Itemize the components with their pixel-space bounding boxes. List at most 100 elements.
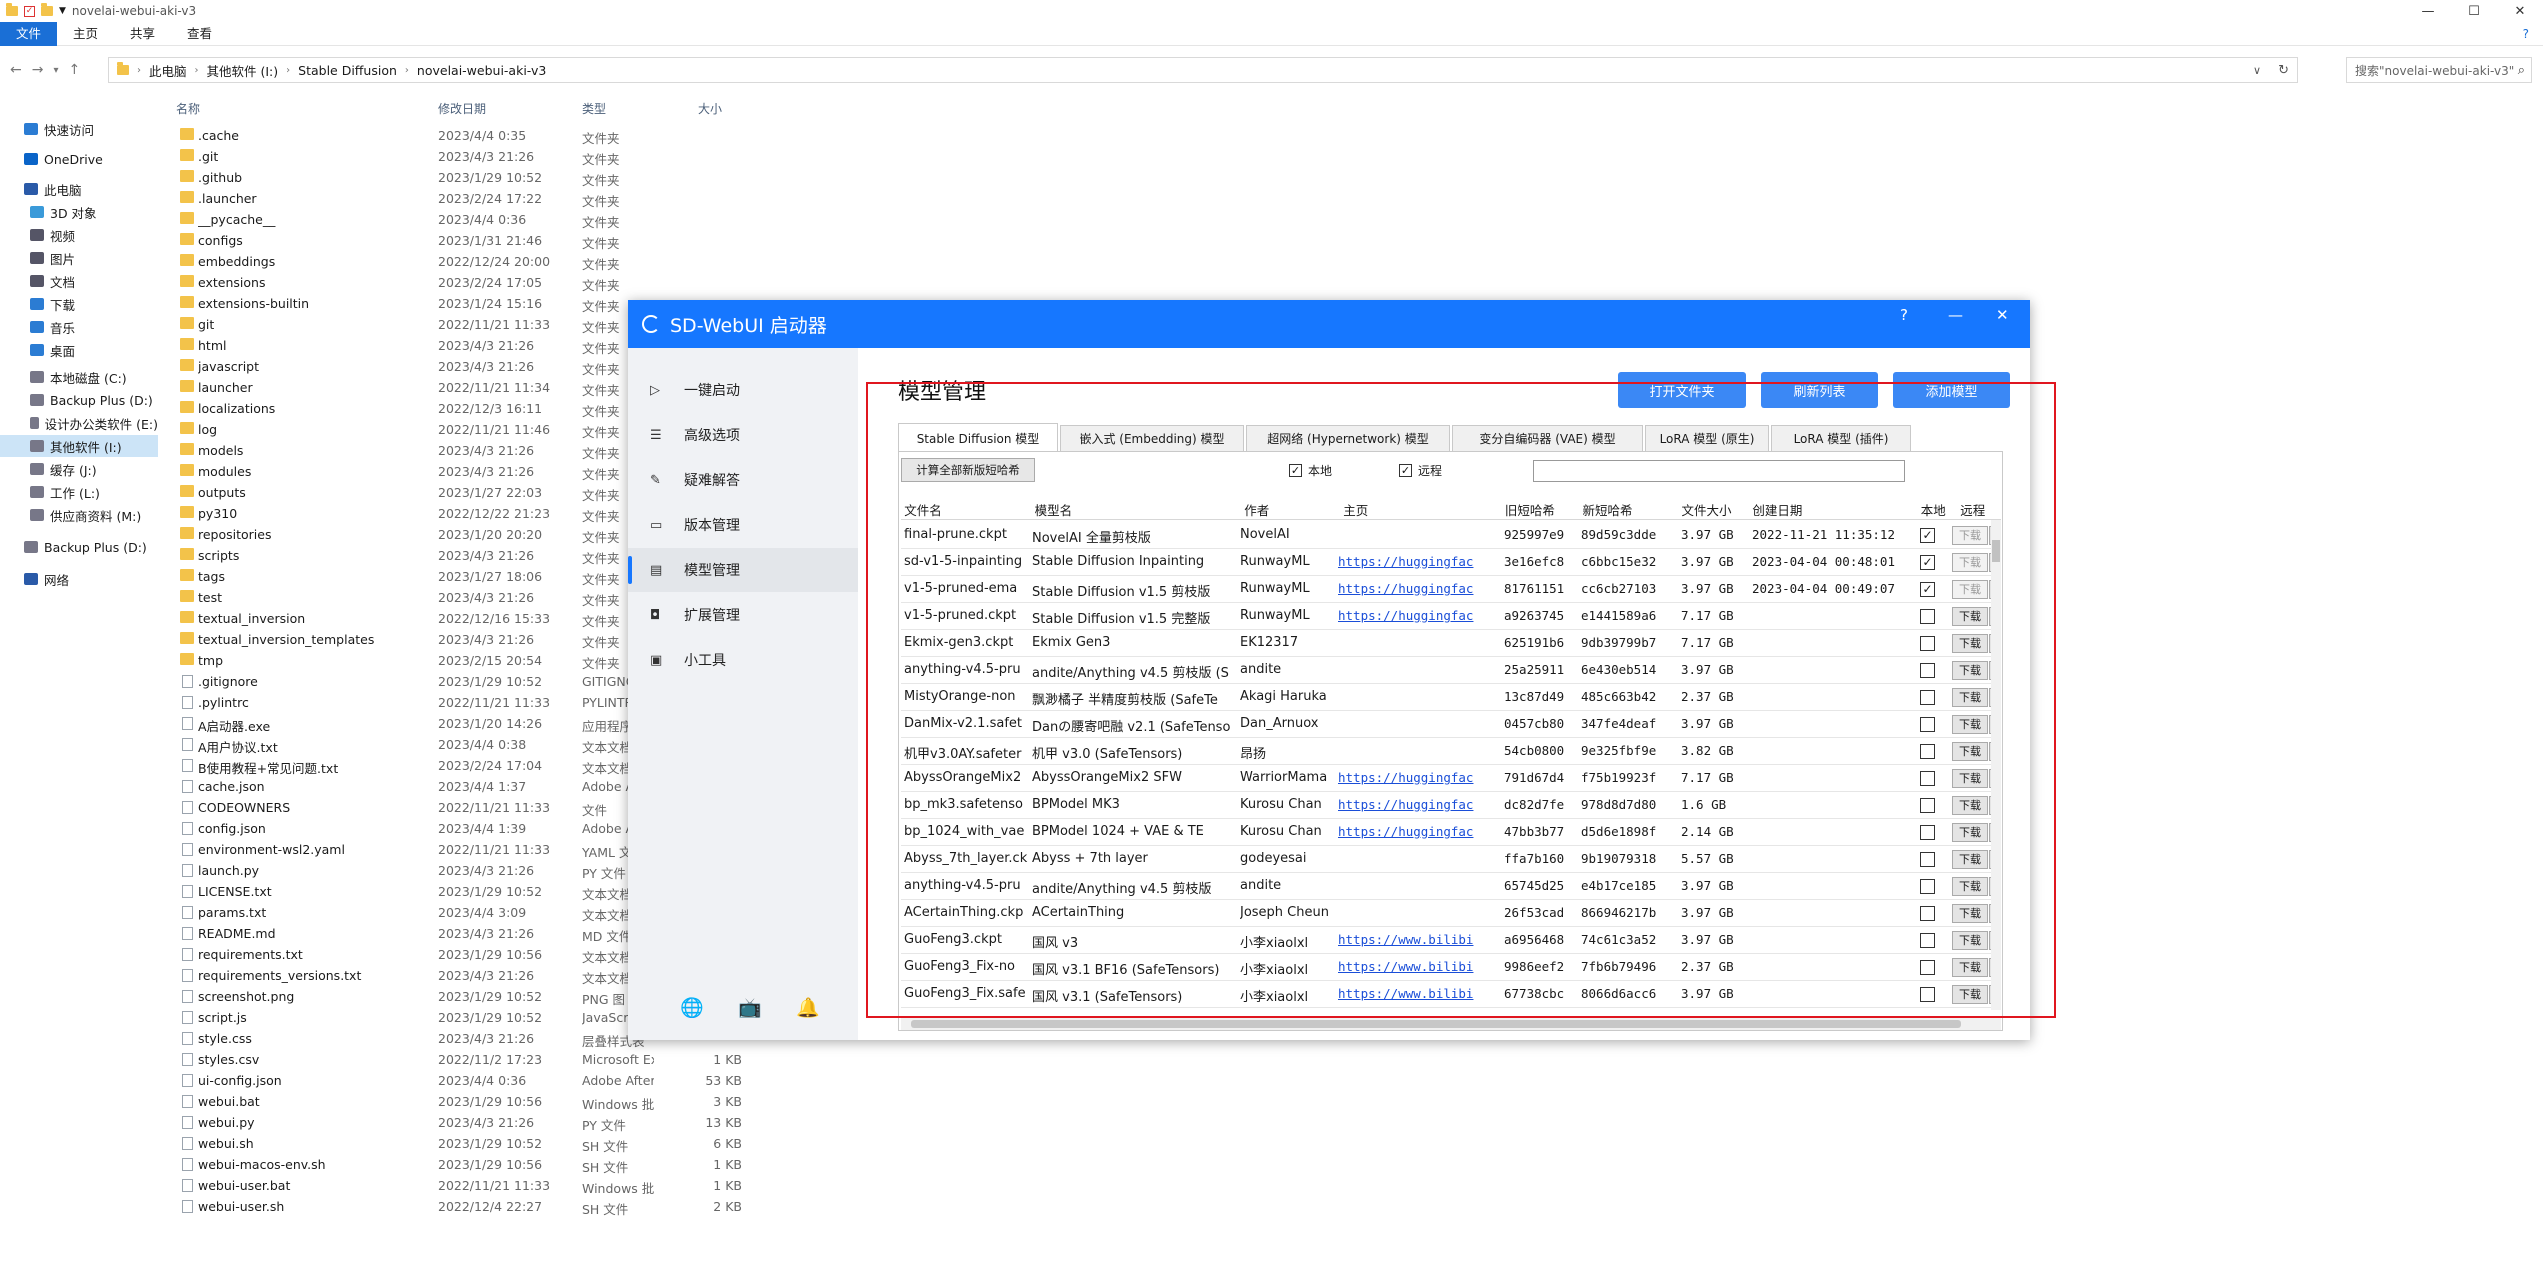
- local-checkbox[interactable]: ✓: [1920, 555, 1935, 570]
- model-tab[interactable]: Stable Diffusion 模型: [898, 423, 1058, 452]
- nav-item[interactable]: 网络: [0, 568, 158, 590]
- ribbon-tab-home[interactable]: 主页: [57, 22, 114, 46]
- refresh-list-button[interactable]: 刷新列表: [1761, 372, 1878, 408]
- file-row[interactable]: webui-user.sh 2022/12/4 22:27 SH 文件 2 KB: [170, 1197, 790, 1218]
- minimize-icon[interactable]: —: [1948, 306, 1963, 324]
- cell-homepage-link[interactable]: https://huggingfac: [1338, 770, 1488, 785]
- table-row[interactable]: v1-5-pruned-ema Stable Diffusion v1.5 剪枝版…: [901, 576, 2001, 603]
- table-row[interactable]: ACertainThing.ckp ACertainThing Joseph Che…: [901, 900, 2001, 927]
- file-row[interactable]: configs 2023/1/31 21:46 文件夹: [170, 231, 790, 252]
- nav-item[interactable]: 本地磁盘 (C:): [0, 366, 158, 388]
- cell-homepage-link[interactable]: https://huggingfac: [1338, 581, 1488, 596]
- nav-item[interactable]: 设计办公类软件 (E:): [0, 412, 158, 434]
- add-model-button[interactable]: 添加模型: [1893, 372, 2010, 408]
- column-header-type[interactable]: 类型: [582, 100, 606, 117]
- local-checkbox[interactable]: [1920, 798, 1935, 813]
- local-checkbox[interactable]: [1920, 636, 1935, 651]
- qq-icon[interactable]: 🔔: [794, 993, 822, 1021]
- download-button[interactable]: 下载: [1952, 769, 1988, 788]
- nav-item[interactable]: 此电脑: [0, 178, 158, 200]
- download-button[interactable]: 下载: [1952, 877, 1988, 896]
- table-row[interactable]: MistyOrange-non 飘渺橘子 半精度剪枝版 (SafeTe Akagi …: [901, 684, 2001, 711]
- download-button[interactable]: 下载: [1952, 742, 1988, 761]
- back-icon[interactable]: ←: [10, 62, 22, 78]
- search-icon[interactable]: ⌕: [2518, 63, 2525, 78]
- close-icon[interactable]: ✕: [2497, 0, 2543, 22]
- model-tab[interactable]: 嵌入式 (Embedding) 模型: [1060, 425, 1244, 451]
- download-button[interactable]: 下载: [1952, 553, 1988, 572]
- local-checkbox[interactable]: [1920, 933, 1935, 948]
- download-button[interactable]: 下载: [1952, 634, 1988, 653]
- download-button[interactable]: 下载: [1952, 688, 1988, 707]
- table-column-header[interactable]: 本地: [1921, 500, 1946, 519]
- column-header-date[interactable]: 修改日期: [438, 100, 486, 117]
- model-tab[interactable]: 变分自编码器 (VAE) 模型: [1452, 425, 1643, 451]
- checkbox-checked[interactable]: ✓: [1399, 464, 1412, 477]
- download-button[interactable]: 下载: [1952, 715, 1988, 734]
- help-icon[interactable]: ?: [2523, 27, 2529, 41]
- nav-item[interactable]: 供应商资料 (M:): [0, 504, 158, 526]
- table-row[interactable]: sd-v1-5-inpainting Stable Diffusion Inpai…: [901, 549, 2001, 576]
- table-column-header[interactable]: 作者: [1244, 500, 1269, 519]
- download-button[interactable]: 下载: [1952, 796, 1988, 815]
- sidebar-item[interactable]: ✎ 疑难解答: [628, 458, 858, 502]
- sidebar-item[interactable]: ▣ 小工具: [628, 638, 858, 682]
- table-row[interactable]: Ekmix-gen3.ckpt Ekmix Gen3 EK12317 625191b6…: [901, 630, 2001, 657]
- vertical-scrollbar[interactable]: [1991, 520, 2001, 1010]
- table-column-header[interactable]: 旧短哈希: [1505, 500, 1555, 519]
- globe-icon[interactable]: 🌐: [678, 993, 706, 1021]
- sidebar-item[interactable]: ▭ 版本管理: [628, 503, 858, 547]
- download-button[interactable]: 下载: [1952, 607, 1988, 626]
- table-column-header[interactable]: 新短哈希: [1582, 500, 1632, 519]
- local-checkbox[interactable]: [1920, 852, 1935, 867]
- sidebar-item[interactable]: ☰ 高级选项: [628, 413, 858, 457]
- search-box[interactable]: 搜索"novelai-webui-aki-v3" ⌕: [2346, 57, 2532, 83]
- breadcrumb-item[interactable]: 此电脑: [149, 61, 187, 80]
- cell-homepage-link[interactable]: https://huggingfac: [1338, 824, 1488, 839]
- file-row[interactable]: webui-user.bat 2022/11/21 11:33 Windows 批处…: [170, 1176, 790, 1197]
- download-button[interactable]: 下载: [1952, 904, 1988, 923]
- checkbox-checked[interactable]: ✓: [1289, 464, 1302, 477]
- table-row[interactable]: Abyss_7th_layer.ck Abyss + 7th layer godey…: [901, 846, 2001, 873]
- cell-homepage-link[interactable]: https://www.bilibi: [1338, 959, 1488, 974]
- file-row[interactable]: webui.bat 2023/1/29 10:56 Windows 批处理... 3 …: [170, 1092, 790, 1113]
- table-row[interactable]: final-prune.ckpt NovelAI 全量剪枝版 NovelAI 9259…: [901, 522, 2001, 549]
- nav-item[interactable]: 其他软件 (I:): [0, 435, 158, 457]
- filter-remote-checkbox[interactable]: ✓ 远程: [1399, 462, 1442, 479]
- file-row[interactable]: webui.sh 2023/1/29 10:52 SH 文件 6 KB: [170, 1134, 790, 1155]
- nav-item[interactable]: 桌面: [0, 339, 158, 361]
- local-checkbox[interactable]: [1920, 825, 1935, 840]
- calc-new-hash-button[interactable]: 计算全部新版短哈希: [901, 458, 1035, 482]
- file-row[interactable]: .git 2023/4/3 21:26 文件夹: [170, 147, 790, 168]
- table-row[interactable]: bp_1024_with_vae BPModel 1024 + VAE & TE K…: [901, 819, 2001, 846]
- local-checkbox[interactable]: [1920, 717, 1935, 732]
- ribbon-tab-share[interactable]: 共享: [114, 22, 171, 46]
- download-button[interactable]: 下载: [1952, 985, 1988, 1004]
- breadcrumb-item[interactable]: Stable Diffusion: [298, 63, 397, 78]
- nav-item[interactable]: OneDrive: [0, 148, 158, 170]
- local-checkbox[interactable]: ✓: [1920, 582, 1935, 597]
- download-button[interactable]: 下载: [1952, 958, 1988, 977]
- sidebar-item[interactable]: ◘ 扩展管理: [628, 593, 858, 637]
- local-checkbox[interactable]: [1920, 906, 1935, 921]
- ribbon-tab-view[interactable]: 查看: [171, 22, 228, 46]
- local-checkbox[interactable]: [1920, 879, 1935, 894]
- table-row[interactable]: bp_mk3.safetenso BPModel MK3 Kurosu Chan ht…: [901, 792, 2001, 819]
- forward-icon[interactable]: →: [32, 62, 44, 78]
- model-search-input[interactable]: [1533, 460, 1905, 482]
- table-row[interactable]: DanMix-v2.1.safet Danの腰寄吧融 v2.1 (SafeTens…: [901, 711, 2001, 738]
- table-row[interactable]: GuoFeng3_Fix-no 国风 v3.1 BF16 (SafeTensors…: [901, 954, 2001, 981]
- file-row[interactable]: webui.py 2023/4/3 21:26 PY 文件 13 KB: [170, 1113, 790, 1134]
- download-button[interactable]: 下载: [1952, 526, 1988, 545]
- open-folder-button[interactable]: 打开文件夹: [1618, 372, 1746, 408]
- table-row[interactable]: v1-5-pruned.ckpt Stable Diffusion v1.5 完整…: [901, 603, 2001, 630]
- nav-item[interactable]: 缓存 (J:): [0, 458, 158, 480]
- file-row[interactable]: embeddings 2022/12/24 20:00 文件夹: [170, 252, 790, 273]
- close-icon[interactable]: ✕: [1996, 306, 2009, 324]
- table-column-header[interactable]: 模型名: [1035, 500, 1073, 519]
- nav-item[interactable]: Backup Plus (D:): [0, 389, 158, 411]
- table-row[interactable]: AbyssOrangeMix2 AbyssOrangeMix2 SFW Warrio…: [901, 765, 2001, 792]
- file-row[interactable]: .launcher 2023/2/24 17:22 文件夹: [170, 189, 790, 210]
- column-header-size[interactable]: 大小: [698, 100, 722, 117]
- nav-item[interactable]: 视频: [0, 224, 158, 246]
